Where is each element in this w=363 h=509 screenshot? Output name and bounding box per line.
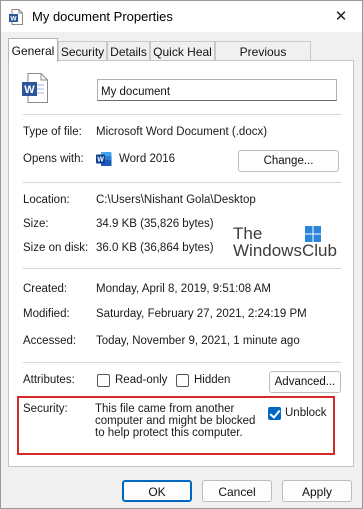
- svg-text:W: W: [24, 84, 35, 96]
- location-label: Location:: [23, 194, 70, 206]
- watermark: The WindowsClub: [233, 224, 337, 261]
- close-icon: ✕: [334, 8, 348, 25]
- created-value: Monday, April 8, 2019, 9:51:08 AM: [96, 283, 271, 295]
- svg-text:W: W: [10, 16, 17, 23]
- change-button[interactable]: Change...: [238, 150, 339, 172]
- windows-logo-icon: [305, 226, 321, 242]
- modified-value: Saturday, February 27, 2021, 2:24:19 PM: [96, 308, 307, 320]
- divider: [23, 114, 341, 115]
- tab-security[interactable]: Security: [58, 41, 107, 61]
- hidden-label[interactable]: Hidden: [194, 374, 230, 386]
- accessed-value: Today, November 9, 2021, 1 minute ago: [96, 335, 300, 347]
- location-value: C:\Users\Nishant Gola\Desktop: [96, 194, 256, 206]
- word-document-icon: W: [22, 73, 48, 103]
- read-only-label[interactable]: Read-only: [115, 374, 167, 386]
- close-button[interactable]: ✕: [330, 6, 352, 26]
- attributes-label: Attributes:: [23, 374, 75, 386]
- watermark-line2: WindowsClub: [233, 241, 337, 260]
- size-value: 34.9 KB (35,826 bytes): [96, 218, 214, 230]
- cancel-button[interactable]: Cancel: [202, 480, 272, 502]
- unblock-label[interactable]: Unblock: [285, 407, 327, 419]
- svg-text:W: W: [97, 157, 104, 164]
- tab-details[interactable]: Details: [107, 41, 150, 61]
- window-title: My document Properties: [32, 9, 173, 24]
- hidden-checkbox[interactable]: [176, 374, 189, 387]
- tab-general[interactable]: General: [8, 38, 58, 62]
- divider: [23, 362, 341, 363]
- ok-button[interactable]: OK: [122, 480, 192, 502]
- title-bar: W My document Properties ✕: [1, 1, 362, 32]
- modified-label: Modified:: [23, 308, 70, 320]
- created-label: Created:: [23, 283, 68, 295]
- accessed-label: Accessed:: [23, 335, 77, 347]
- size-on-disk-value: 36.0 KB (36,864 bytes): [96, 242, 214, 254]
- tab-previous-versions[interactable]: Previous Versions: [215, 41, 311, 73]
- security-label: Security:: [23, 403, 68, 415]
- opens-with-label: Opens with:: [23, 153, 84, 165]
- type-of-file-value: Microsoft Word Document (.docx): [96, 126, 268, 138]
- file-name-input[interactable]: [97, 79, 337, 101]
- size-label: Size:: [23, 218, 49, 230]
- type-of-file-label: Type of file:: [23, 126, 82, 138]
- opens-with-value: Word 2016: [119, 153, 176, 165]
- read-only-checkbox[interactable]: [97, 374, 110, 387]
- advanced-button[interactable]: Advanced...: [269, 371, 341, 393]
- size-on-disk-label: Size on disk:: [23, 242, 89, 254]
- word-document-icon: W: [9, 9, 23, 25]
- apply-button[interactable]: Apply: [282, 480, 352, 502]
- properties-dialog: W My document Properties ✕ General Secur…: [0, 0, 363, 509]
- unblock-checkbox[interactable]: [268, 407, 281, 420]
- general-tab-panel: W Type of file: Microsoft Word Document …: [8, 60, 354, 467]
- security-message: This file came from another computer and…: [95, 403, 256, 439]
- tab-quick-heal[interactable]: Quick Heal: [150, 41, 215, 61]
- word-app-icon: W: [96, 152, 112, 166]
- divider: [23, 182, 341, 183]
- divider: [23, 268, 341, 269]
